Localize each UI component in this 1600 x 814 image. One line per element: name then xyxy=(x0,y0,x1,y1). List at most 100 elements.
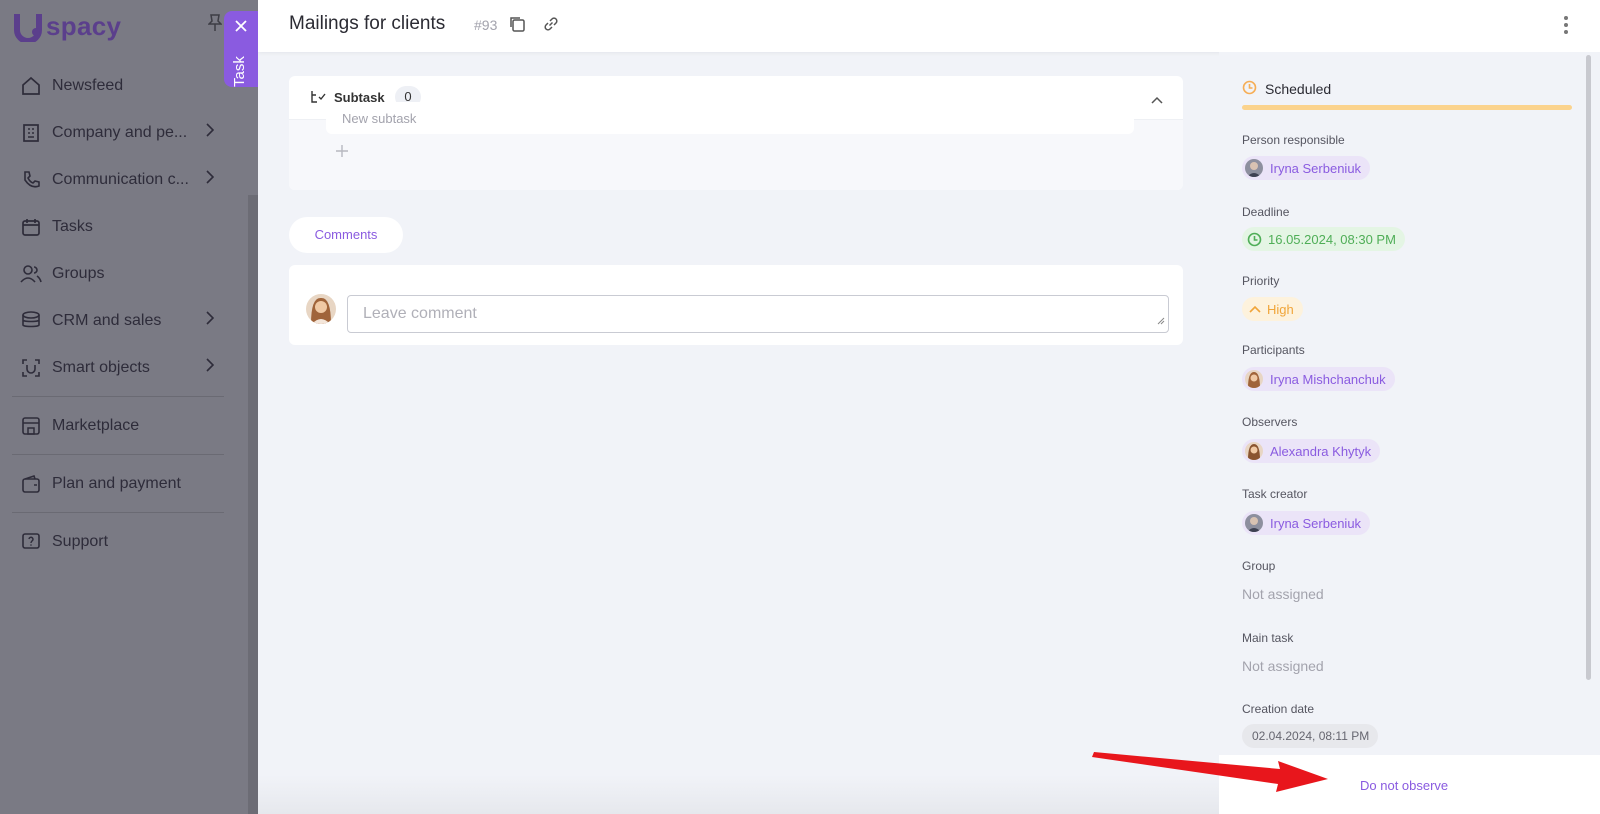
avatar xyxy=(1245,442,1263,460)
person-responsible-chip[interactable]: Iryna Serbeniuk xyxy=(1242,156,1371,180)
person-responsible-name: Iryna Serbeniuk xyxy=(1270,160,1362,176)
divider xyxy=(12,512,224,513)
sidebar-nav: Newsfeed Company and pe... Communication… xyxy=(8,62,224,565)
deadline-value: 16.05.2024, 08:30 PM xyxy=(1268,231,1396,247)
field-label-observers: Observers xyxy=(1242,415,1298,429)
task-info-panel: Scheduled Person responsible Iryna Serbe… xyxy=(1219,52,1600,814)
page-title[interactable]: Mailings for clients xyxy=(289,13,445,35)
chevron-right-icon xyxy=(206,170,215,189)
task-creator-chip[interactable]: Iryna Serbeniuk xyxy=(1242,511,1371,535)
sidebar-item-crm[interactable]: CRM and sales xyxy=(8,297,224,344)
avatar xyxy=(1245,370,1263,388)
clock-icon xyxy=(1247,232,1262,247)
sidebar-item-label: Newsfeed xyxy=(52,76,124,94)
sidebar-item-smart-objects[interactable]: Smart objects xyxy=(8,344,224,391)
scan-icon xyxy=(20,357,42,379)
wallet-icon xyxy=(20,473,42,495)
sidebar-item-label: Groups xyxy=(52,264,105,282)
plus-icon[interactable] xyxy=(335,144,349,163)
deadline-chip[interactable]: 16.05.2024, 08:30 PM xyxy=(1242,227,1405,251)
field-label-participants: Participants xyxy=(1242,343,1305,357)
logo-mark-icon xyxy=(14,10,44,44)
chevron-right-icon xyxy=(206,358,215,377)
logo-text: spacy xyxy=(46,10,122,41)
field-label-priority: Priority xyxy=(1242,274,1280,288)
observer-chip[interactable]: Alexandra Khytyk xyxy=(1242,439,1381,463)
field-label-group: Group xyxy=(1242,559,1276,573)
close-icon[interactable] xyxy=(234,19,248,38)
phone-icon xyxy=(20,169,42,191)
task-header: Mailings for clients #93 xyxy=(258,0,1600,52)
do-not-observe-button[interactable]: Do not observe xyxy=(1360,778,1448,793)
copy-icon[interactable] xyxy=(508,15,526,38)
resize-handle-icon[interactable] xyxy=(1157,312,1165,330)
annotation-arrow-icon xyxy=(1090,745,1350,800)
group-value[interactable]: Not assigned xyxy=(1242,586,1324,602)
avatar xyxy=(1245,159,1263,177)
sidebar-item-label: Marketplace xyxy=(52,416,140,434)
sidebar-item-label: Communication c... xyxy=(52,170,189,188)
sidebar-item-marketplace[interactable]: Marketplace xyxy=(8,402,224,449)
field-label-main-task: Main task xyxy=(1242,631,1294,645)
new-subtask-input[interactable] xyxy=(326,102,1134,134)
sidebar-item-label: Company and pe... xyxy=(52,123,188,141)
coins-icon xyxy=(20,310,42,332)
sidebar: spacy Newsfeed Company and pe... Communi… xyxy=(0,0,258,814)
avatar xyxy=(306,294,336,324)
tab-comments[interactable]: Comments xyxy=(289,217,403,253)
field-label-person-responsible: Person responsible xyxy=(1242,133,1345,147)
sidebar-item-label: Smart objects xyxy=(52,358,150,376)
priority-chip[interactable]: High xyxy=(1242,297,1303,321)
observer-name: Alexandra Khytyk xyxy=(1270,443,1372,459)
scrollbar[interactable] xyxy=(1586,55,1591,680)
link-icon[interactable] xyxy=(542,15,560,38)
logo[interactable]: spacy xyxy=(14,10,122,44)
sidebar-item-label: Tasks xyxy=(52,217,93,235)
sidebar-item-label: CRM and sales xyxy=(52,311,162,329)
help-icon xyxy=(20,531,42,553)
task-tab-label: Task xyxy=(231,56,248,87)
more-options-icon[interactable] xyxy=(1563,15,1569,40)
creation-date-value: 02.04.2024, 08:11 PM xyxy=(1252,729,1370,743)
comment-card xyxy=(289,265,1183,345)
status-bar xyxy=(1242,105,1572,110)
calendar-icon xyxy=(20,216,42,238)
store-icon xyxy=(20,415,42,437)
sidebar-item-tasks[interactable]: Tasks xyxy=(8,203,224,250)
bottom-fade xyxy=(258,775,1219,814)
sidebar-item-label: Support xyxy=(52,532,109,550)
main-task-value[interactable]: Not assigned xyxy=(1242,658,1324,674)
sidebar-item-plan-payment[interactable]: Plan and payment xyxy=(8,460,224,507)
task-panel: Mailings for clients #93 Subtask 0 Comme… xyxy=(258,0,1600,814)
sidebar-item-groups[interactable]: Groups xyxy=(8,250,224,297)
status-label: Scheduled xyxy=(1265,81,1332,97)
chevron-right-icon xyxy=(206,123,215,142)
participant-name: Iryna Mishchanchuk xyxy=(1270,371,1386,387)
field-label-creation-date: Creation date xyxy=(1242,702,1315,716)
task-number: #93 xyxy=(474,17,498,33)
users-icon xyxy=(20,263,42,285)
avatar xyxy=(1245,514,1263,532)
sidebar-item-newsfeed[interactable]: Newsfeed xyxy=(8,62,224,109)
task-tab[interactable]: Task xyxy=(224,11,258,87)
sidebar-item-company[interactable]: Company and pe... xyxy=(8,109,224,156)
chevron-up-icon[interactable] xyxy=(1151,91,1163,109)
chevron-right-icon xyxy=(206,311,215,330)
pin-icon[interactable] xyxy=(207,14,223,37)
field-label-task-creator: Task creator xyxy=(1242,487,1308,501)
priority-value: High xyxy=(1267,301,1294,317)
sidebar-scroll-strip xyxy=(248,195,258,814)
field-label-deadline: Deadline xyxy=(1242,205,1290,219)
participant-chip[interactable]: Iryna Mishchanchuk xyxy=(1242,367,1395,391)
divider xyxy=(12,454,224,455)
building-icon xyxy=(20,122,42,144)
status[interactable]: Scheduled xyxy=(1242,80,1331,98)
sidebar-item-support[interactable]: Support xyxy=(8,518,224,565)
home-icon xyxy=(20,75,42,97)
chevron-up-icon xyxy=(1249,305,1261,313)
comment-input[interactable] xyxy=(347,295,1169,333)
sidebar-item-label: Plan and payment xyxy=(52,474,181,492)
subtask-icon xyxy=(311,90,326,109)
task-creator-name: Iryna Serbeniuk xyxy=(1270,515,1362,531)
sidebar-item-communication[interactable]: Communication c... xyxy=(8,156,224,203)
